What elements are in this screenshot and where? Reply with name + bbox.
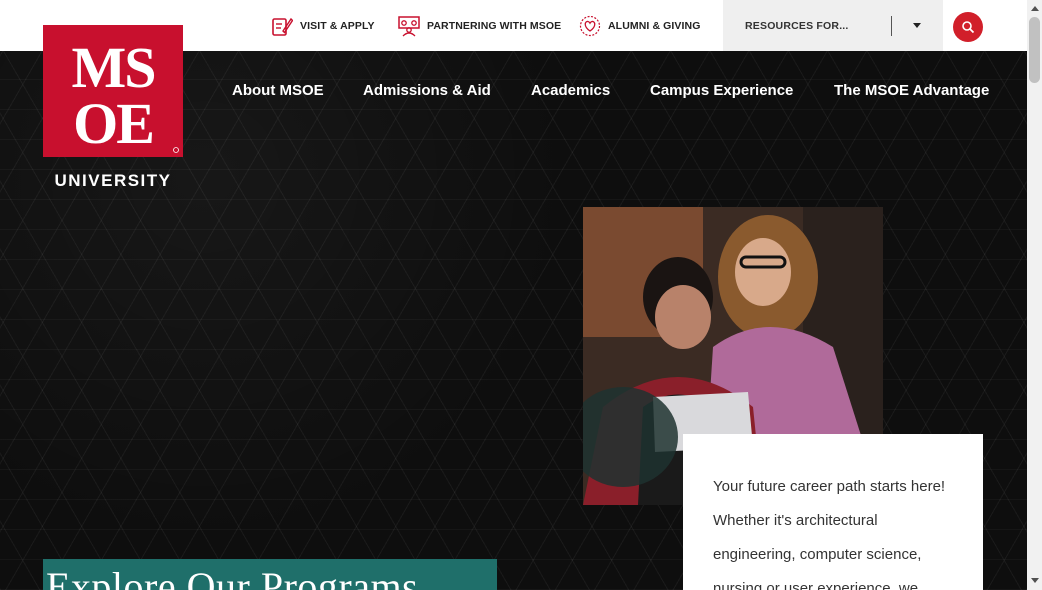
msoe-logo-mark: MS OE: [72, 35, 179, 156]
page-scrollbar[interactable]: [1027, 0, 1042, 590]
scroll-thumb[interactable]: [1029, 17, 1040, 83]
nav-campus-experience[interactable]: Campus Experience: [650, 82, 793, 99]
scroll-down-arrow-icon[interactable]: [1031, 578, 1039, 583]
resources-dropdown[interactable]: RESOURCES FOR...: [723, 0, 943, 51]
resources-divider: [891, 16, 892, 36]
partnering-label: PARTNERING WITH MSOE: [427, 20, 562, 32]
alumni-giving-link[interactable]: ALUMNI & GIVING: [579, 14, 701, 38]
explore-programs-banner: Explore Our Programs: [43, 559, 497, 590]
visit-apply-link[interactable]: VISIT & APPLY: [271, 14, 375, 38]
search-icon: [962, 21, 975, 34]
nav-msoe-advantage[interactable]: The MSOE Advantage: [834, 82, 989, 99]
chevron-down-icon: [913, 23, 921, 28]
msoe-logo[interactable]: MS OE: [43, 25, 183, 157]
search-button[interactable]: [953, 12, 983, 42]
pencil-checklist-icon: [272, 17, 293, 36]
page: VISIT & APPLY PARTNERING WITH MSOE ALUMN…: [0, 0, 1027, 590]
visit-apply-label: VISIT & APPLY: [300, 20, 375, 32]
resources-label: RESOURCES FOR...: [745, 19, 849, 32]
nav-academics[interactable]: Academics: [531, 82, 610, 99]
heart-badge-icon: [579, 15, 601, 37]
people-group-icon: [398, 16, 420, 37]
scroll-up-arrow-icon[interactable]: [1031, 6, 1039, 11]
logo-oe-text: OE: [73, 91, 153, 156]
partnering-link[interactable]: PARTNERING WITH MSOE: [398, 14, 561, 38]
intro-card: Your future career path starts here! Whe…: [683, 434, 983, 590]
alumni-giving-label: ALUMNI & GIVING: [608, 20, 701, 32]
explore-programs-heading: Explore Our Programs: [46, 564, 419, 590]
logo-university-text: UNIVERSITY: [54, 171, 172, 190]
nav-admissions-aid[interactable]: Admissions & Aid: [363, 82, 491, 99]
intro-card-text: Your future career path starts here! Whe…: [713, 478, 946, 590]
nav-about-msoe[interactable]: About MSOE: [232, 82, 324, 99]
